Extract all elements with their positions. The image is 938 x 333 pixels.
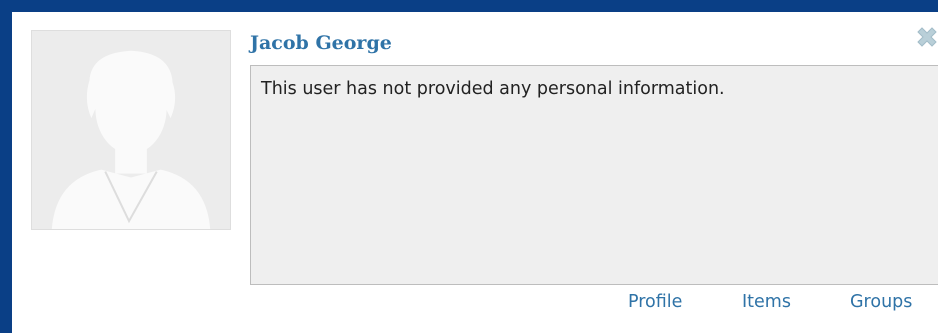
avatar — [31, 30, 231, 230]
items-link[interactable]: Items — [742, 292, 791, 312]
close-icon — [917, 27, 937, 47]
bio-text: This user has not provided any personal … — [250, 65, 938, 285]
profile-link[interactable]: Profile — [628, 292, 682, 312]
user-name-link[interactable]: Jacob George — [250, 32, 392, 54]
default-user-avatar-icon — [32, 31, 230, 229]
user-card: Jacob George This user has not provided … — [12, 12, 938, 333]
profile-links: Profile Items Groups — [12, 292, 938, 320]
close-button[interactable] — [914, 26, 938, 52]
groups-link[interactable]: Groups — [850, 292, 912, 312]
